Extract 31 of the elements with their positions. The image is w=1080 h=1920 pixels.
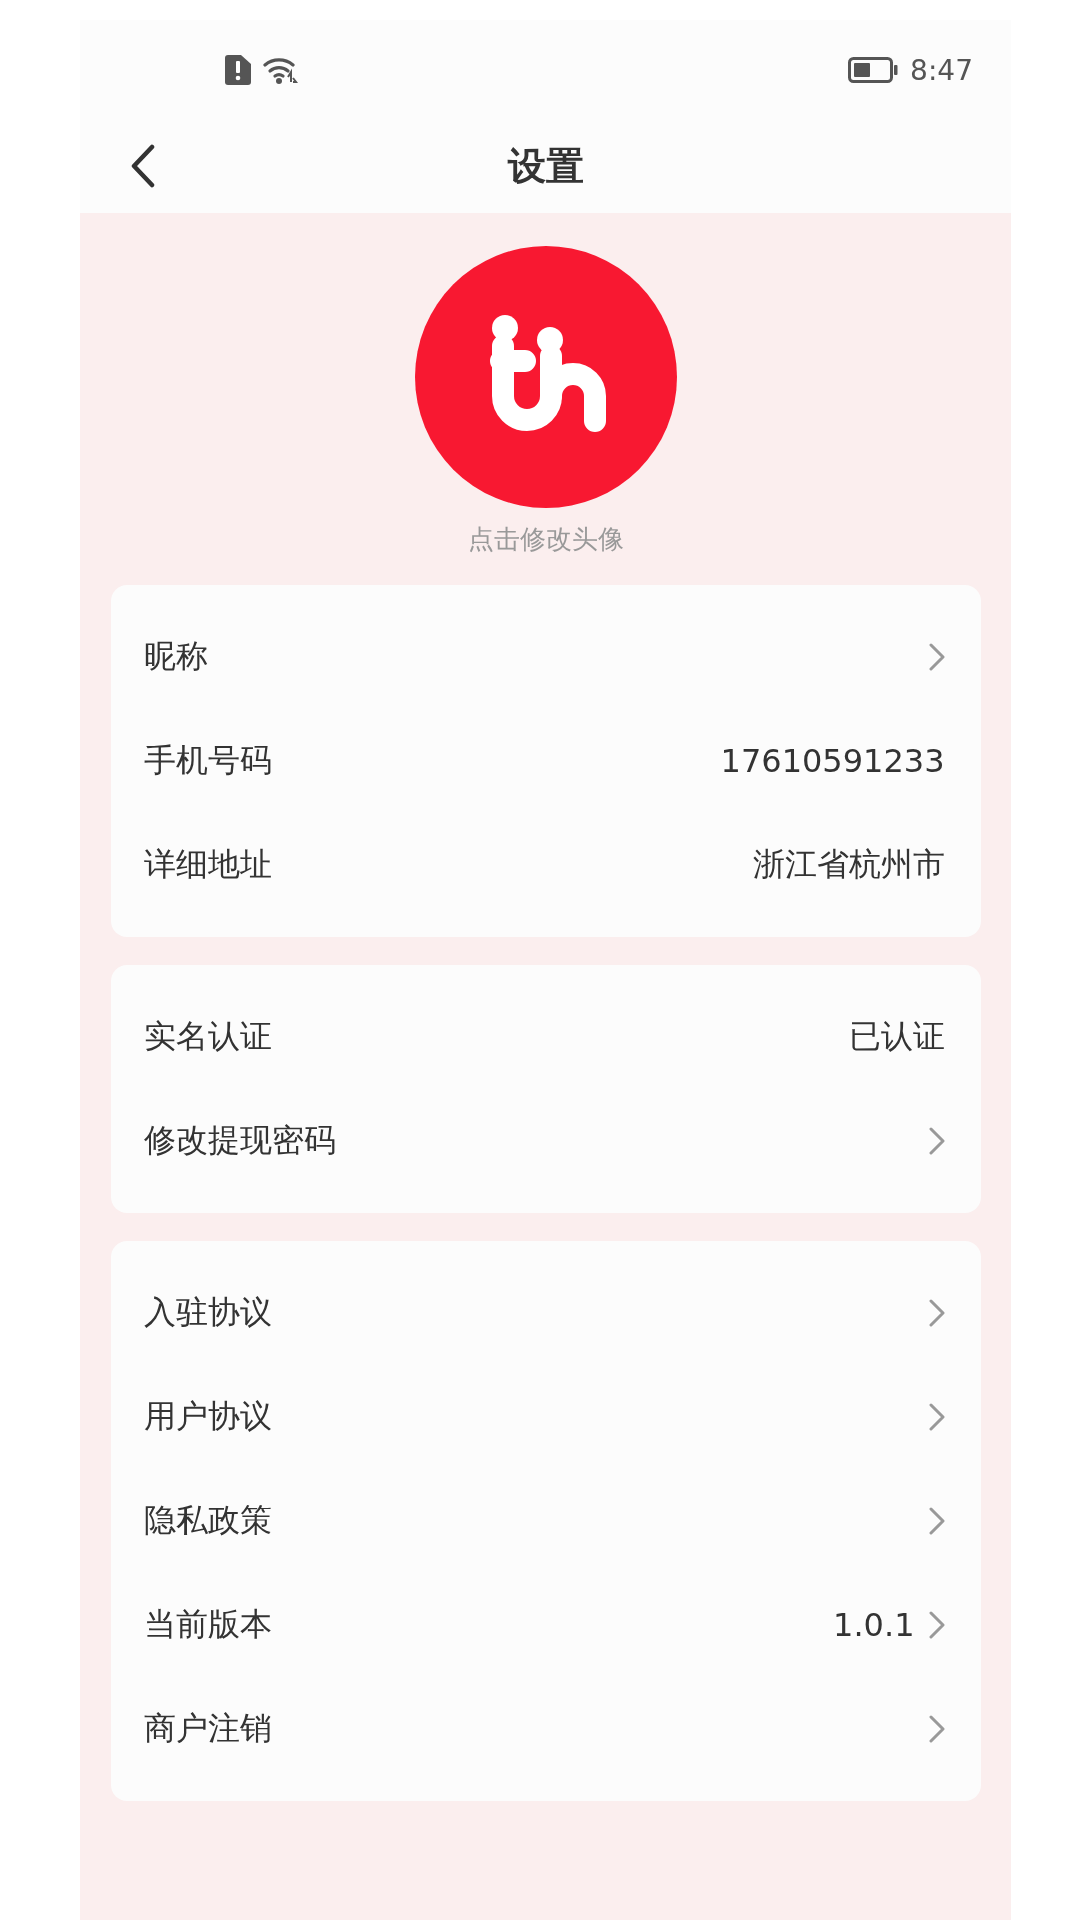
row-label: 实名认证: [143, 1016, 272, 1057]
row-label: 修改提现密码: [143, 1120, 336, 1161]
row-value: 已认证: [848, 1016, 945, 1057]
row-label: 隐私政策: [143, 1500, 272, 1541]
status-time: 8:47: [910, 53, 973, 87]
settings-row[interactable]: 用户协议: [110, 1365, 981, 1469]
settings-row[interactable]: 修改提现密码: [110, 1089, 981, 1193]
row-value: 1.0.1: [833, 1606, 915, 1644]
row-label: 当前版本: [143, 1604, 272, 1645]
page-title: 设置: [507, 143, 584, 190]
wifi-icon: [263, 55, 299, 85]
back-icon[interactable]: [130, 144, 156, 188]
settings-row[interactable]: 昵称: [110, 605, 981, 709]
sim-alert-icon: [225, 55, 251, 85]
row-label: 手机号码: [143, 740, 272, 781]
settings-row[interactable]: 入驻协议: [110, 1261, 981, 1365]
avatar-logo[interactable]: [414, 246, 677, 508]
row-label: 商户注销: [143, 1708, 272, 1749]
settings-row[interactable]: 当前版本 1.0.1: [110, 1573, 981, 1677]
row-label: 用户协议: [143, 1396, 272, 1437]
settings-row[interactable]: 手机号码 17610591233: [110, 709, 981, 813]
row-label: 昵称: [143, 636, 208, 677]
row-value: 浙江省杭州市: [752, 844, 945, 885]
row-label: 详细地址: [143, 844, 272, 885]
settings-row[interactable]: 实名认证 已认证: [110, 985, 981, 1089]
settings-row[interactable]: 隐私政策: [110, 1469, 981, 1573]
settings-row[interactable]: 详细地址 浙江省杭州市: [110, 813, 981, 917]
row-label: 入驻协议: [143, 1292, 272, 1333]
settings-row[interactable]: 商户注销: [110, 1677, 981, 1781]
row-value: 17610591233: [720, 742, 945, 780]
battery-icon: [848, 57, 899, 83]
